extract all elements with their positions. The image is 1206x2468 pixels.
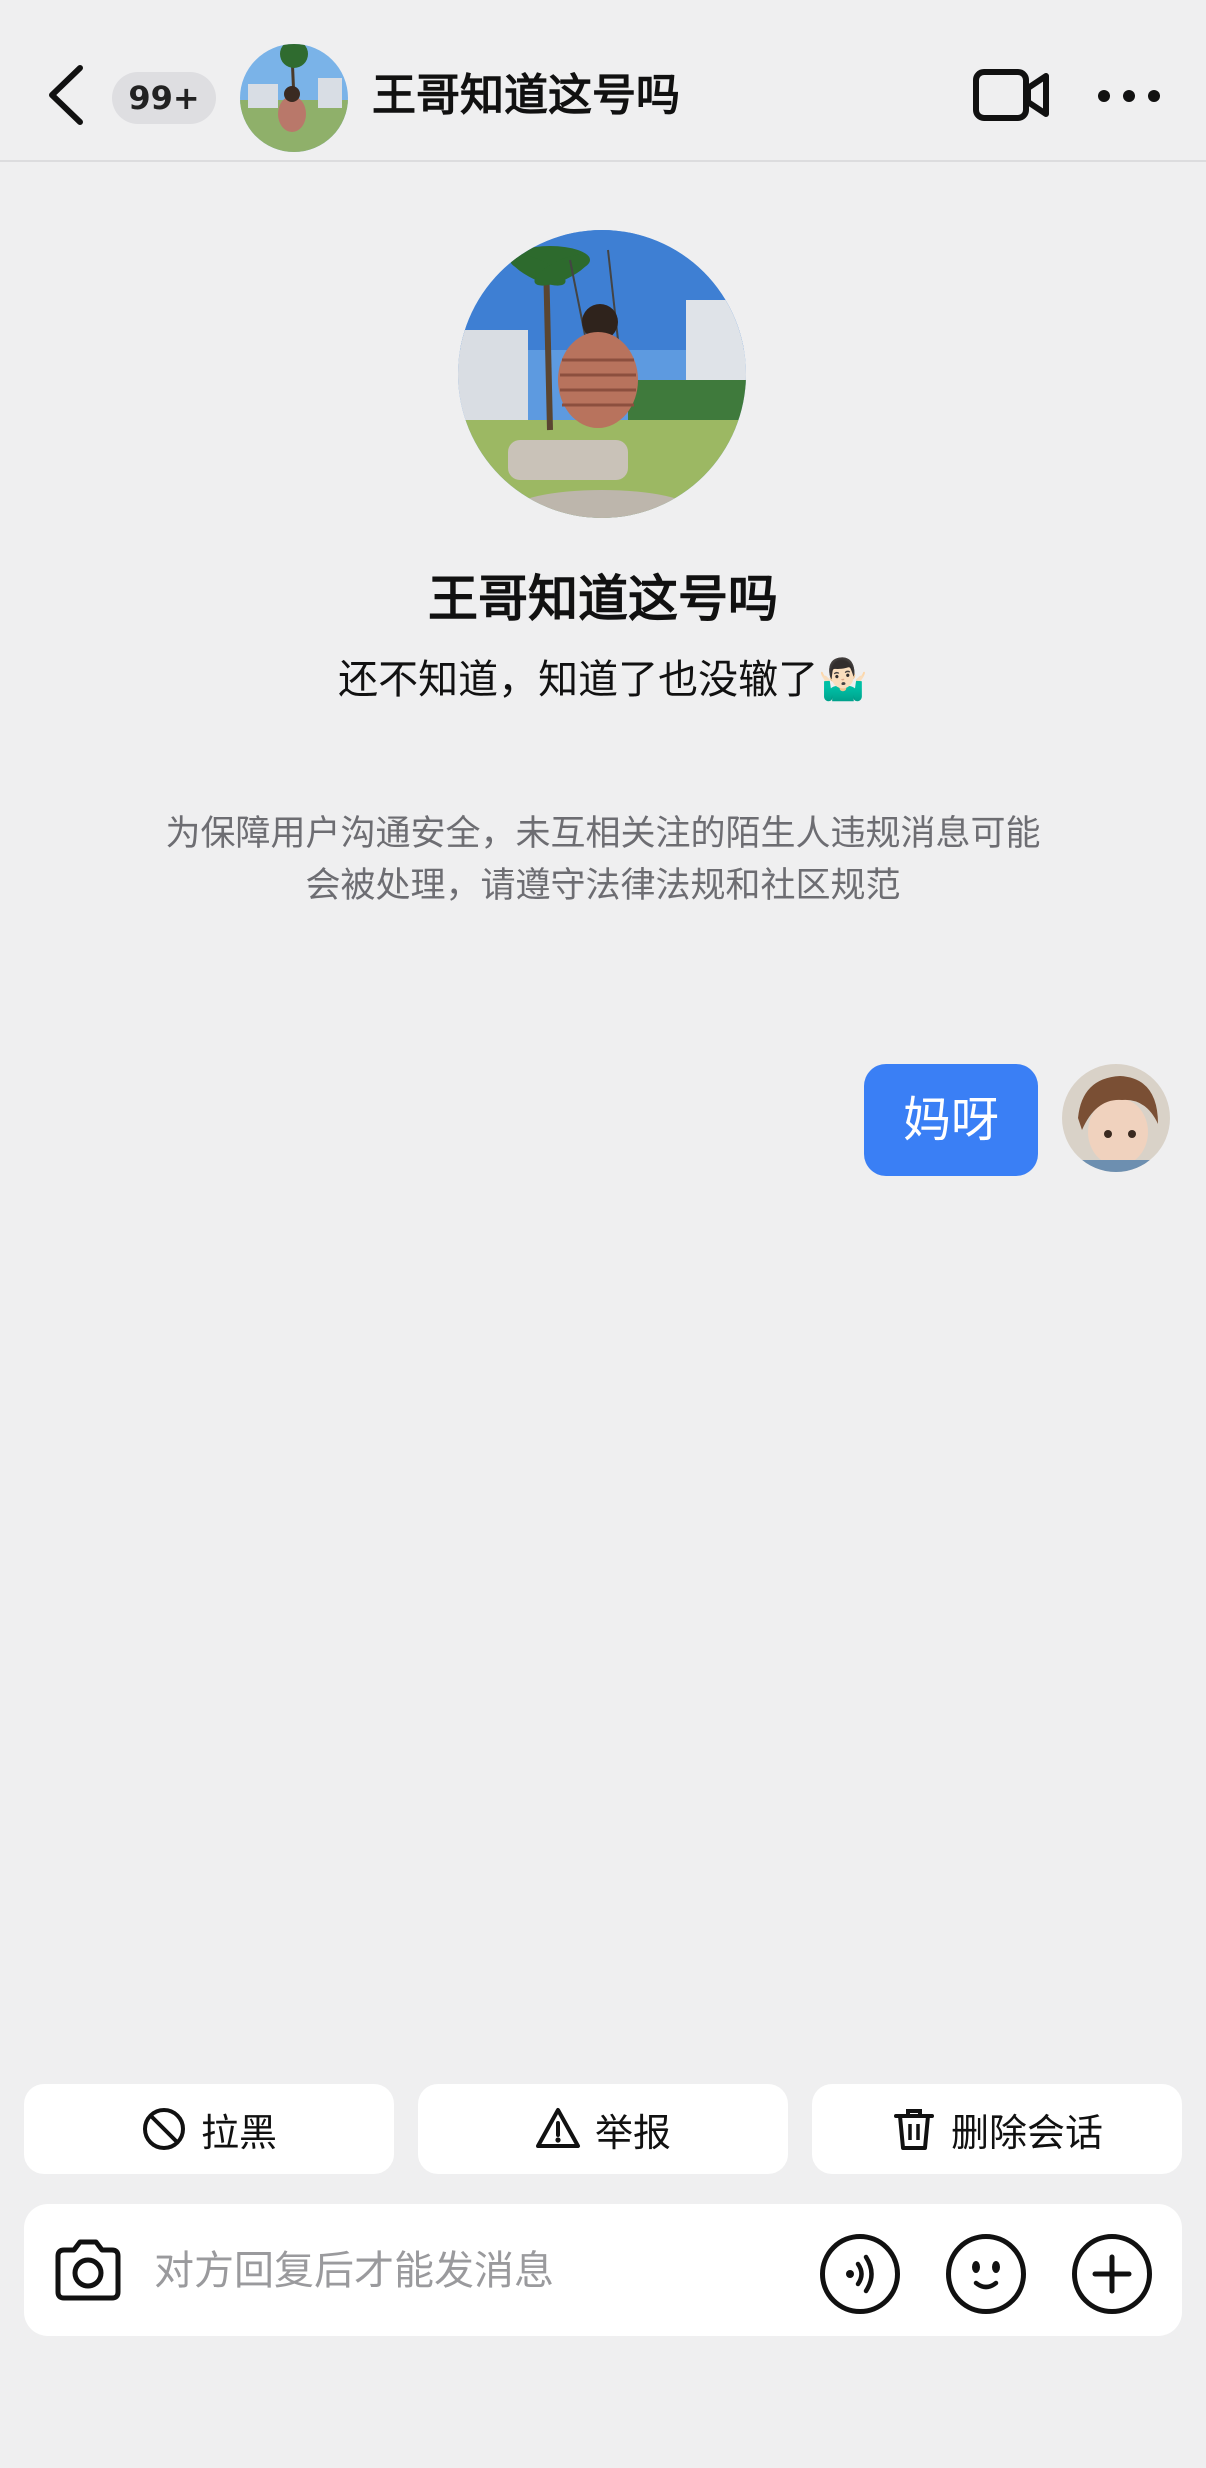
profile-name: 王哥知道这号吗 [428, 570, 778, 628]
my-avatar[interactable] [1062, 1064, 1170, 1172]
profile-avatar[interactable] [458, 230, 746, 518]
warning-icon [535, 2108, 580, 2148]
video-camera-icon [973, 69, 1049, 121]
safety-notice-line: 会被处理，请遵守法律法规和社区规范 [305, 866, 901, 906]
voice-waves-icon [846, 2254, 874, 2294]
more-attachments-button[interactable] [1072, 2234, 1152, 2314]
emoji-button[interactable] [946, 2234, 1026, 2314]
camera-icon [55, 2239, 121, 2301]
emoji-face-icon [972, 2261, 1000, 2290]
block-label: 拉黑 [200, 2110, 277, 2155]
safety-notice: 为保障用户沟通安全，未互相关注的陌生人违规消息可能 会被处理，请遵守法律法规和社… [130, 808, 1076, 912]
more-options-button[interactable] [1096, 80, 1162, 112]
delete-conversation-button[interactable]: 删除会话 [812, 2084, 1182, 2174]
voice-button[interactable] [820, 2234, 900, 2314]
plus-icon [1092, 2254, 1132, 2294]
delete-conversation-label: 删除会话 [950, 2110, 1103, 2155]
profile-bio: 还不知道，知道了也没辙了🤷🏻‍♂️ [338, 657, 868, 703]
safety-notice-line: 为保障用户沟通安全，未互相关注的陌生人违规消息可能 [165, 814, 1041, 854]
message-bubble-sent[interactable]: 妈呀 [864, 1064, 1038, 1176]
chat-title[interactable]: 王哥知道这号吗 [372, 66, 680, 126]
header-avatar[interactable] [240, 44, 348, 152]
camera-button[interactable] [50, 2232, 126, 2308]
report-button[interactable]: 举报 [418, 2084, 788, 2174]
avatar-image [458, 230, 746, 518]
avatar-image [240, 44, 348, 152]
video-call-button[interactable] [972, 66, 1050, 126]
unread-badge[interactable]: 99+ [112, 72, 216, 124]
message-input-bar [24, 2204, 1182, 2336]
report-label: 举报 [594, 2110, 671, 2155]
chat-header: 99+ 王哥知道这号吗 [0, 0, 1206, 162]
back-button[interactable] [42, 60, 90, 130]
message-input[interactable] [152, 2234, 816, 2308]
chevron-left-icon [49, 65, 83, 125]
avatar-image [1062, 1064, 1170, 1172]
block-button[interactable]: 拉黑 [24, 2084, 394, 2174]
ban-icon [142, 2108, 185, 2150]
more-dots-icon [1098, 90, 1160, 102]
trash-icon [893, 2109, 934, 2150]
